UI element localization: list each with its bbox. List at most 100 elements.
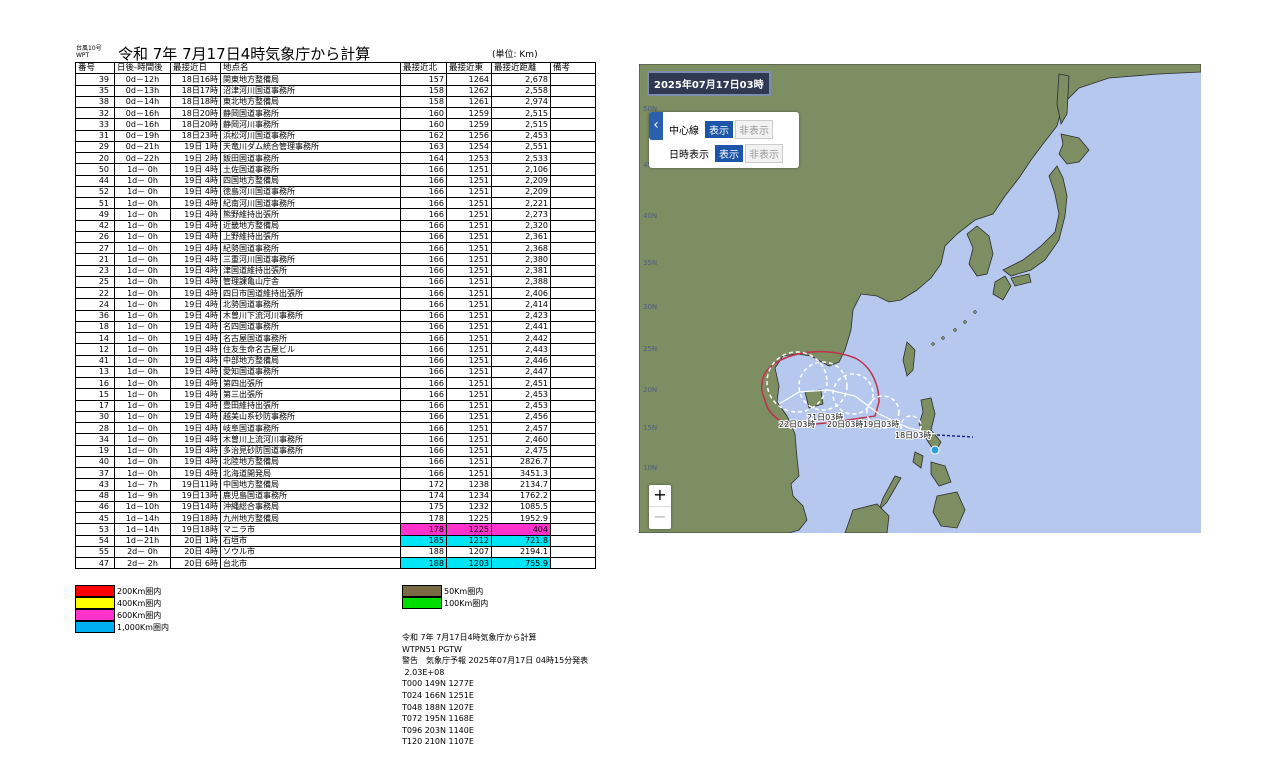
lat-label: 10N <box>643 464 657 472</box>
cell-east: 1264 <box>446 73 492 86</box>
cell-remarks <box>550 478 596 491</box>
cell-number: 34 <box>75 433 115 446</box>
cell-number: 49 <box>75 208 115 221</box>
table-row: 30 1d－ 0h 19日 4時 越美山系砂防事務所 166 1251 2,456 <box>75 410 596 424</box>
cell-elapsed: 0d－19h <box>114 129 171 142</box>
cell-closest-date: 19日 4時 <box>170 354 221 367</box>
cell-location: 住友生命名古屋ビル <box>220 343 401 356</box>
cell-number: 44 <box>75 174 115 187</box>
cell-number: 19 <box>75 444 115 457</box>
cell-number: 40 <box>75 455 115 469</box>
cell-north: 166 <box>400 365 447 379</box>
legend-label: 400Km圏内 <box>117 598 162 608</box>
storm-center-icon <box>930 445 940 455</box>
table-row: 46 1d－10h 19日14時 沖縄総合事務局 175 1232 1085.5 <box>75 500 596 514</box>
datetime-show-button[interactable]: 表示 <box>715 145 743 162</box>
table-row: 29 0d－21h 19日 1時 天竜川ダム統合管理事務所 163 1254 2,551 <box>75 140 596 154</box>
zoom-in-button[interactable]: + <box>649 485 671 506</box>
cell-remarks <box>550 174 596 187</box>
cell-remarks <box>550 253 596 266</box>
forecast-text-line: 2.03E+08 <box>402 667 445 677</box>
cell-distance: 2,453 <box>491 129 551 142</box>
datetime-hide-button[interactable]: 非表示 <box>745 144 783 163</box>
table-row: 22 1d－ 0h 19日 4時 四日市国道維持出張所 166 1251 2,406 <box>75 286 596 300</box>
cell-remarks <box>550 489 596 502</box>
datetime-row: 日時表示 表示 非表示 <box>669 144 783 163</box>
cell-elapsed: 1d－ 0h <box>114 298 171 311</box>
table-row: 37 1d－ 0h 19日 4時 北海道開発局 166 1251 3451.3 <box>75 466 596 480</box>
cell-elapsed: 1d－ 0h <box>114 241 171 255</box>
cell-distance: 2,442 <box>491 331 551 345</box>
cell-location: 台北市 <box>220 556 401 570</box>
cell-distance: 2,221 <box>491 196 551 210</box>
cell-east: 1254 <box>446 140 492 154</box>
cell-elapsed: 1d－ 9h <box>114 489 171 502</box>
chevron-left-icon[interactable]: ‹ <box>649 112 663 140</box>
cell-location: 中部地方整備局 <box>220 354 401 367</box>
cell-elapsed: 1d－ 0h <box>114 410 171 424</box>
cell-number: 46 <box>75 500 115 514</box>
center-line-show-button[interactable]: 表示 <box>705 121 733 138</box>
map-display-panel: ‹ 中心線 表示 非表示 日時表示 表示 非表示 <box>649 112 799 168</box>
cell-number: 13 <box>75 365 115 379</box>
cell-east: 1251 <box>446 196 492 210</box>
cell-elapsed: 1d－10h <box>114 500 171 514</box>
cell-number: 33 <box>75 118 115 131</box>
cell-east: 1251 <box>446 331 492 345</box>
legend-label: 100Km圏内 <box>444 598 489 608</box>
cell-number: 37 <box>75 466 115 480</box>
cell-east: 1251 <box>446 433 492 446</box>
col-header-remarks: 備考 <box>550 61 596 75</box>
cell-location: 土佐国道事務所 <box>220 163 401 176</box>
center-line-hide-button[interactable]: 非表示 <box>735 120 773 139</box>
cell-distance: 2,558 <box>491 84 551 97</box>
cell-closest-date: 18日23時 <box>170 129 221 142</box>
cell-number: 50 <box>75 163 115 176</box>
cell-distance: 2,423 <box>491 309 551 322</box>
cell-north: 166 <box>400 174 447 187</box>
cell-north: 163 <box>400 140 447 154</box>
cell-closest-date: 19日 4時 <box>170 264 221 277</box>
cell-closest-date: 18日20時 <box>170 118 221 131</box>
cell-north: 166 <box>400 466 447 480</box>
cell-east: 1251 <box>446 399 492 412</box>
cell-location: 豊田維持出張所 <box>220 399 401 412</box>
cell-location: 名古屋国道事務所 <box>220 331 401 345</box>
cell-north: 166 <box>400 241 447 255</box>
legend-swatch <box>402 585 442 597</box>
cell-number: 42 <box>75 219 115 232</box>
cell-elapsed: 1d－ 0h <box>114 421 171 435</box>
table-row: 21 1d－ 0h 19日 4時 三重河川国道事務所 166 1251 2,380 <box>75 253 596 266</box>
cell-elapsed: 1d－ 0h <box>114 196 171 210</box>
cell-remarks <box>550 466 596 480</box>
zoom-out-button[interactable]: − <box>649 506 671 528</box>
cell-number: 32 <box>75 106 115 120</box>
cell-number: 26 <box>75 230 115 244</box>
cell-remarks <box>550 309 596 322</box>
cell-location: 管理課亀山庁舎 <box>220 275 401 289</box>
cell-remarks <box>550 84 596 97</box>
cell-east: 1251 <box>446 230 492 244</box>
col-header-elapsed: 日後-時間後 <box>114 61 171 75</box>
cell-distance: 1762.2 <box>491 489 551 502</box>
cell-number: 16 <box>75 376 115 390</box>
cell-number: 24 <box>75 298 115 311</box>
cell-number: 27 <box>75 241 115 255</box>
table-row: 16 1d－ 0h 19日 4時 第四出張所 166 1251 2,451 <box>75 376 596 390</box>
cell-east: 1251 <box>446 365 492 379</box>
cell-number: 54 <box>75 534 115 547</box>
cell-remarks <box>550 343 596 356</box>
cell-elapsed: 1d－ 0h <box>114 433 171 446</box>
cell-remarks <box>550 118 596 131</box>
typhoon-track-map[interactable]: 50N 45N 40N 35N 30N 25N 20N 15N 10N 21日0… <box>639 64 1201 533</box>
cell-location: 飯田国道事務所 <box>220 151 401 165</box>
cell-east: 1203 <box>446 556 492 570</box>
cell-east: 1251 <box>446 421 492 435</box>
page-title: 令和 7年 7月17日4時気象庁から計算 <box>118 45 371 63</box>
cell-north: 166 <box>400 185 447 199</box>
cell-remarks <box>550 241 596 255</box>
cell-distance: 2,974 <box>491 95 551 109</box>
cell-distance: 2,446 <box>491 354 551 367</box>
cell-remarks <box>550 421 596 435</box>
cell-number: 30 <box>75 410 115 424</box>
